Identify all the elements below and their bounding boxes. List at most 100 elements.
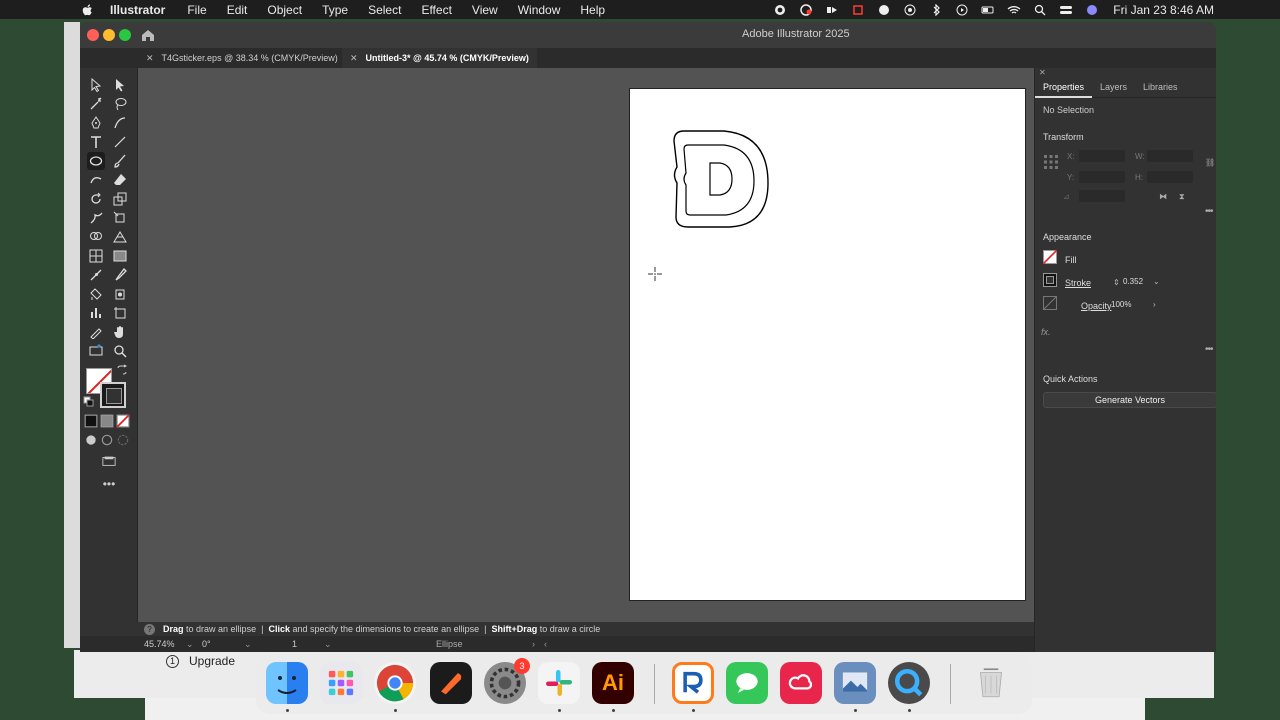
edit-toolbar-icon[interactable]: ••• xyxy=(100,477,118,491)
warp-tool-icon[interactable] xyxy=(87,209,105,227)
window-minimize-button[interactable] xyxy=(103,29,115,41)
direct-selection-tool-icon[interactable] xyxy=(111,76,129,94)
flip-horizontal-icon[interactable]: ⧓ xyxy=(1159,192,1167,201)
zoom-dropdown-icon[interactable]: ⌄ xyxy=(186,639,194,650)
control-center-icon[interactable] xyxy=(1059,4,1073,16)
zoom-tool-icon[interactable] xyxy=(111,342,129,360)
stroke-stepper-icon[interactable]: ⇕ xyxy=(1113,278,1120,287)
canvas-area[interactable] xyxy=(138,68,1034,622)
apple-icon[interactable] xyxy=(80,3,96,17)
x-field[interactable] xyxy=(1079,150,1125,162)
illustrator-icon[interactable]: Ai xyxy=(592,662,634,704)
opacity-label[interactable]: Opacity xyxy=(1081,301,1112,311)
scale-tool-icon[interactable] xyxy=(111,190,129,208)
lasso-tool-icon[interactable] xyxy=(111,95,129,113)
draw-behind-icon[interactable] xyxy=(100,433,114,447)
home-icon[interactable] xyxy=(140,27,156,43)
eraser-tool-icon[interactable] xyxy=(111,171,129,189)
artboard-dropdown-icon[interactable]: ⌄ xyxy=(324,639,332,650)
menu-view[interactable]: View xyxy=(472,3,498,17)
ellipse-tool-icon[interactable] xyxy=(87,152,105,170)
fill-none-swatch-icon[interactable] xyxy=(1043,250,1057,264)
opacity-value[interactable]: 100% xyxy=(1111,300,1131,309)
current-tool-name[interactable]: Ellipse xyxy=(436,639,463,649)
quicktime-icon[interactable] xyxy=(888,662,930,704)
artboard-tool-icon[interactable] xyxy=(111,304,129,322)
status-arrow-icon[interactable]: › xyxy=(532,639,535,649)
status-arrow-back-icon[interactable]: ‹ xyxy=(544,639,547,649)
menu-select[interactable]: Select xyxy=(368,3,401,17)
gradient-mode-icon[interactable] xyxy=(100,414,114,428)
spotlight-search-icon[interactable] xyxy=(1033,4,1047,16)
artboard-number[interactable]: 1 xyxy=(292,639,297,649)
menu-type[interactable]: Type xyxy=(322,3,348,17)
y-field[interactable] xyxy=(1079,171,1125,183)
shape-builder-tool-icon[interactable] xyxy=(87,228,105,246)
none-mode-icon[interactable] xyxy=(116,414,130,428)
rotate-field[interactable] xyxy=(1079,190,1125,202)
transform-more-icon[interactable]: ••• xyxy=(1205,206,1213,217)
puzzle-icon[interactable] xyxy=(825,4,839,16)
airdrop-icon[interactable] xyxy=(903,4,917,16)
letter-d-artwork[interactable] xyxy=(670,127,774,233)
messages-icon[interactable] xyxy=(726,662,768,704)
reference-point-icon[interactable] xyxy=(1043,154,1059,170)
constrain-proportions-icon[interactable]: ⛓ xyxy=(1205,158,1215,167)
window-close-button[interactable] xyxy=(87,29,99,41)
draw-inside-icon[interactable] xyxy=(116,433,130,447)
symbol-sprayer-tool-icon[interactable] xyxy=(111,285,129,303)
menu-object[interactable]: Object xyxy=(267,3,302,17)
play-icon[interactable] xyxy=(955,4,969,16)
live-paint-tool-icon[interactable] xyxy=(87,285,105,303)
free-transform-tool-icon[interactable] xyxy=(111,209,129,227)
menu-app-name[interactable]: Illustrator xyxy=(110,3,165,17)
finder-icon[interactable] xyxy=(266,662,308,704)
menu-help[interactable]: Help xyxy=(580,3,605,17)
help-icon[interactable]: ? xyxy=(144,623,155,635)
stroke-weight-dropdown-icon[interactable]: ⌄ xyxy=(1153,277,1160,286)
battery-icon[interactable] xyxy=(981,4,995,16)
preview-icon[interactable] xyxy=(834,662,876,704)
tab-properties[interactable]: Properties xyxy=(1035,76,1093,98)
generate-vectors-button[interactable]: Generate Vectors xyxy=(1043,392,1216,408)
appearance-more-icon[interactable]: ••• xyxy=(1205,344,1213,355)
stroke-swatch[interactable] xyxy=(100,382,126,408)
stroke-weight-value[interactable]: 0.352 xyxy=(1123,277,1143,286)
stroke-swatch-icon[interactable] xyxy=(1043,273,1057,287)
stop-record-icon[interactable] xyxy=(851,4,865,16)
tab-t4gsticker[interactable]: ✕ T4Gsticker.eps @ 38.34 % (CMYK/Preview… xyxy=(138,48,346,68)
pen-tool-icon[interactable] xyxy=(87,114,105,132)
paintbrush-tool-icon[interactable] xyxy=(111,152,129,170)
trash-icon[interactable] xyxy=(970,662,1012,704)
draw-normal-icon[interactable] xyxy=(84,433,98,447)
graph-tool-icon[interactable] xyxy=(87,304,105,322)
menu-effect[interactable]: Effect xyxy=(421,3,451,17)
tab-untitled-3[interactable]: ✕ Untitled-3* @ 45.74 % (CMYK/Preview) xyxy=(342,48,537,68)
artboard[interactable] xyxy=(629,88,1026,601)
w-field[interactable] xyxy=(1147,150,1193,162)
swap-fill-stroke-icon[interactable] xyxy=(116,364,128,376)
bluetooth-icon[interactable] xyxy=(929,3,943,16)
wifi-icon[interactable] xyxy=(1007,4,1021,16)
chrome-icon[interactable] xyxy=(374,662,416,704)
stroke-label[interactable]: Stroke xyxy=(1065,278,1091,288)
tab-layers[interactable]: Layers xyxy=(1092,76,1135,98)
tab-libraries[interactable]: Libraries xyxy=(1135,76,1186,98)
siri-icon[interactable] xyxy=(1085,4,1099,16)
tab-close-icon[interactable]: ✕ xyxy=(350,53,358,64)
slack-icon[interactable] xyxy=(538,662,580,704)
rotation-dropdown-icon[interactable]: ⌄ xyxy=(244,639,252,650)
gradient-tool-icon[interactable] xyxy=(111,247,129,265)
color-mode-icon[interactable] xyxy=(84,414,98,428)
window-maximize-button[interactable] xyxy=(119,29,131,41)
zoom-level[interactable]: 45.74% xyxy=(144,639,175,649)
menu-window[interactable]: Window xyxy=(518,3,561,17)
type-tool-icon[interactable] xyxy=(87,133,105,151)
eyedropper-tool-icon[interactable] xyxy=(111,266,129,284)
menu-file[interactable]: File xyxy=(187,3,206,17)
launchpad-icon[interactable] xyxy=(320,662,362,704)
shazam-icon[interactable] xyxy=(877,4,891,16)
creative-cloud-icon[interactable] xyxy=(780,662,822,704)
perspective-grid-tool-icon[interactable] xyxy=(111,228,129,246)
default-fill-stroke-icon[interactable] xyxy=(83,396,95,408)
